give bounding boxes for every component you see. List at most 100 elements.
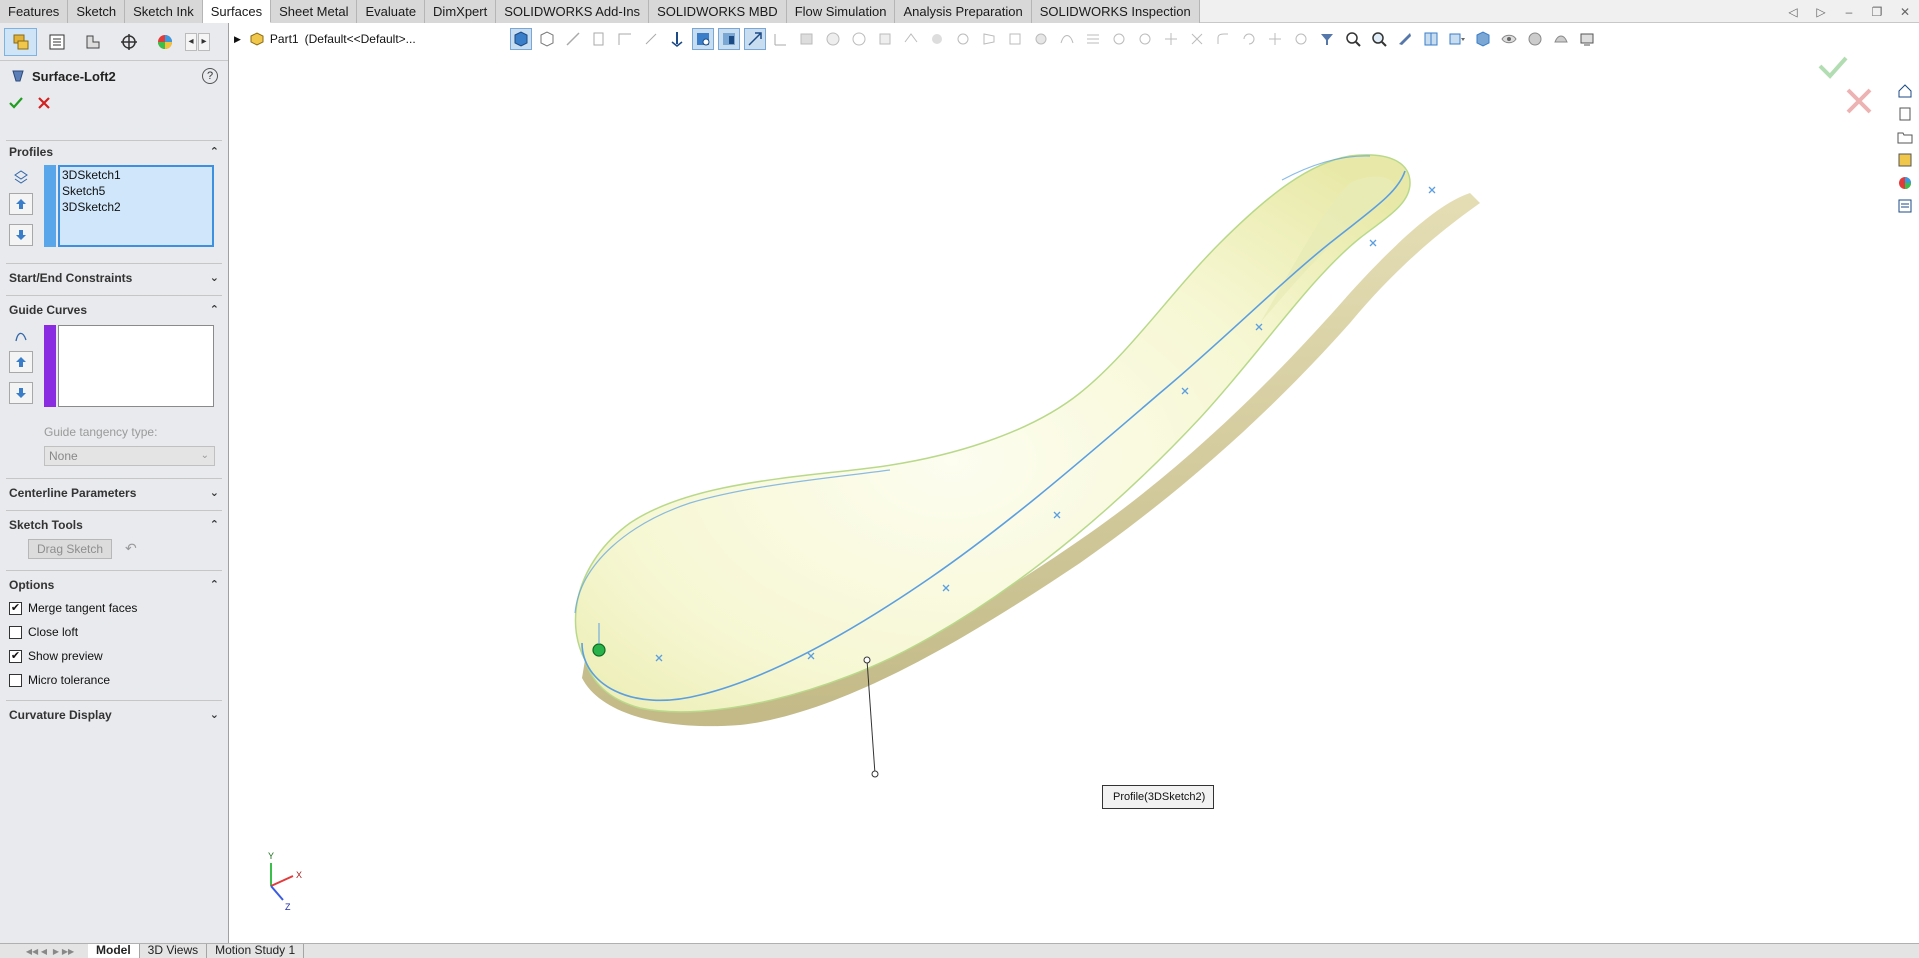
expand-chevron-icon[interactable]: ⌄ (210, 482, 219, 504)
realview-icon[interactable] (900, 28, 922, 50)
bottom-tab-3d-views[interactable]: 3D Views (140, 944, 208, 958)
decals-icon[interactable] (1108, 28, 1130, 50)
wireframe-icon[interactable] (536, 28, 558, 50)
view-settings-icon[interactable] (874, 28, 896, 50)
appearances-icon[interactable] (1894, 172, 1916, 194)
point-icon[interactable] (640, 28, 662, 50)
section-curvature-display[interactable]: Curvature Display ⌄ (0, 704, 229, 726)
micro-tolerance-checkbox[interactable]: Micro tolerance (9, 671, 110, 689)
apply-scene-icon[interactable] (848, 28, 870, 50)
faded-cancel-icon[interactable] (1846, 88, 1872, 114)
view-orientation-icon[interactable] (744, 28, 766, 50)
expand-chevron-icon[interactable]: ⌄ (210, 267, 219, 289)
section-options[interactable]: Options ⌃ (0, 574, 229, 596)
mates-icon[interactable] (1186, 28, 1208, 50)
loft-connector-handle[interactable] (592, 643, 606, 657)
hide-show-icon[interactable] (796, 28, 818, 50)
expand-arrow-icon[interactable]: ▶ (234, 34, 241, 45)
tab-features[interactable]: Features (0, 0, 69, 23)
maximize-icon[interactable]: ❐ (1863, 0, 1891, 23)
restore-left-icon[interactable]: ◁ (1779, 0, 1807, 23)
bottom-tab-model[interactable]: Model (88, 944, 140, 958)
collapse-chevron-icon[interactable]: ⌃ (210, 299, 219, 321)
close-icon[interactable]: ✕ (1891, 0, 1919, 23)
minimize-icon[interactable]: – (1835, 0, 1863, 23)
restore-right-icon[interactable]: ▷ (1807, 0, 1835, 23)
first-tab-icon[interactable]: ◀◀ (26, 945, 38, 958)
collapse-chevron-icon[interactable]: ⌃ (210, 514, 219, 536)
checkbox-box[interactable] (9, 625, 22, 639)
custom-properties-icon[interactable] (1894, 195, 1916, 217)
show-preview-checkbox[interactable]: ✔ Show preview (9, 647, 103, 665)
plane-icon[interactable] (588, 28, 610, 50)
view-setting-dropdown-icon[interactable] (1576, 28, 1598, 50)
axis-icon[interactable] (770, 28, 792, 50)
move-down-button[interactable] (9, 224, 33, 246)
faded-ok-icon[interactable] (1818, 56, 1848, 79)
display-style-dropdown-icon[interactable] (1472, 28, 1494, 50)
next-tab-icon[interactable]: ▶ (50, 945, 62, 958)
display-style-icon[interactable] (692, 28, 714, 50)
zoom-to-area-icon[interactable] (1368, 28, 1390, 50)
sketch-line-icon[interactable] (562, 28, 584, 50)
breadcrumb[interactable]: ▶ Part1 (Default<<Default>... (234, 28, 416, 50)
guide-tangency-select[interactable]: None ⌄ (44, 446, 215, 466)
shadows-icon[interactable] (926, 28, 948, 50)
filter-icon[interactable] (1316, 28, 1338, 50)
list-item[interactable]: 3DSketch2 (60, 199, 212, 215)
section-view-icon[interactable] (718, 28, 740, 50)
pan-icon[interactable] (1264, 28, 1286, 50)
curvature-icon[interactable] (1056, 28, 1078, 50)
tab-solidworks-mbd[interactable]: SOLIDWORKS MBD (649, 0, 787, 23)
profiles-list[interactable]: 3DSketch1 Sketch5 3DSketch2 (58, 165, 214, 247)
tab-surfaces[interactable]: Surfaces (202, 0, 272, 23)
apply-scene-dropdown-icon[interactable] (1550, 28, 1572, 50)
roll-icon[interactable] (1290, 28, 1312, 50)
checkbox-box[interactable] (9, 673, 22, 687)
edit-appearance-icon[interactable] (822, 28, 844, 50)
expand-chevron-icon[interactable]: ⌄ (210, 704, 219, 726)
corner-icon[interactable] (614, 28, 636, 50)
hide-show-items-icon[interactable] (1498, 28, 1520, 50)
guide-move-down-button[interactable] (9, 382, 33, 404)
merge-tangent-faces-checkbox[interactable]: ✔ Merge tangent faces (9, 599, 137, 617)
spoon-surface-preview[interactable]: Y X Z (230, 23, 1894, 943)
view-cube-icon[interactable] (510, 28, 532, 50)
cartoon-icon[interactable] (1004, 28, 1026, 50)
list-item[interactable]: Sketch5 (60, 183, 212, 199)
rotate-icon[interactable] (1238, 28, 1260, 50)
checkbox-box[interactable]: ✔ (9, 649, 22, 663)
section-start-end-constraints[interactable]: Start/End Constraints ⌄ (0, 267, 229, 289)
close-loft-checkbox[interactable]: Close loft (9, 623, 78, 641)
section-profiles[interactable]: Profiles ⌃ (0, 141, 229, 163)
perspective-icon[interactable] (978, 28, 1000, 50)
ok-check-icon[interactable] (8, 95, 24, 111)
tab-dimxpert[interactable]: DimXpert (425, 0, 497, 23)
tab-flow-simulation[interactable]: Flow Simulation (786, 0, 896, 23)
list-item[interactable]: 3DSketch1 (60, 167, 212, 183)
previous-tab-icon[interactable]: ◀ (38, 945, 50, 958)
anchor-icon[interactable] (666, 28, 688, 50)
display-manager-tab[interactable] (148, 28, 181, 56)
tab-sketch-ink[interactable]: Sketch Ink (125, 0, 203, 23)
collapse-chevron-icon[interactable]: ⌃ (210, 141, 219, 163)
drag-sketch-button[interactable]: Drag Sketch (28, 539, 112, 559)
tab-evaluate[interactable]: Evaluate (357, 0, 426, 23)
edit-appearance-dropdown-icon[interactable] (1524, 28, 1546, 50)
checkbox-box[interactable]: ✔ (9, 601, 22, 615)
scroll-right-icon[interactable]: ▸ (198, 32, 210, 51)
configuration-manager-tab[interactable] (76, 28, 109, 56)
last-tab-icon[interactable]: ▶▶ (62, 945, 74, 958)
property-manager-tab[interactable] (40, 28, 73, 56)
section-sketch-tools[interactable]: Sketch Tools ⌃ (0, 514, 229, 536)
zebra-icon[interactable] (1082, 28, 1104, 50)
guide-move-up-button[interactable] (9, 351, 33, 373)
dimxpert-manager-tab[interactable] (112, 28, 145, 56)
help-icon[interactable]: ? (202, 68, 218, 84)
fillet-icon[interactable] (1212, 28, 1234, 50)
tab-solidworks-add-ins[interactable]: SOLIDWORKS Add-Ins (496, 0, 650, 23)
file-explorer-icon[interactable] (1894, 126, 1916, 148)
tab-sheet-metal[interactable]: Sheet Metal (271, 0, 358, 23)
move-up-button[interactable] (9, 193, 33, 215)
guide-curves-list[interactable] (58, 325, 214, 407)
